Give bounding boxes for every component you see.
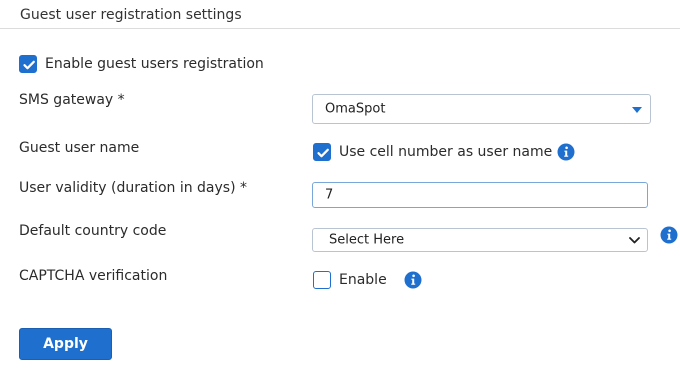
- captcha-enable-checkbox[interactable]: [313, 271, 331, 289]
- default-country-code-label: Default country code: [19, 223, 167, 239]
- chevron-down-icon: [629, 237, 640, 244]
- info-icon[interactable]: [404, 271, 422, 289]
- caret-down-icon: [632, 107, 642, 113]
- sms-gateway-select[interactable]: OmaSpot: [312, 94, 651, 124]
- use-cell-number-label: Use cell number as user name: [339, 144, 553, 160]
- default-country-code-select[interactable]: Select Here: [312, 228, 648, 252]
- enable-guest-registration-label: Enable guest users registration: [45, 56, 264, 72]
- info-icon[interactable]: [660, 226, 678, 244]
- enable-guest-registration-checkbox[interactable]: [19, 55, 37, 73]
- user-validity-label: User validity (duration in days) *: [19, 180, 247, 196]
- use-cell-number-checkbox[interactable]: [313, 143, 331, 161]
- captcha-enable-label: Enable: [339, 272, 387, 288]
- info-icon[interactable]: [557, 143, 575, 161]
- captcha-verification-label: CAPTCHA verification: [19, 268, 168, 284]
- user-validity-value: 7: [325, 187, 334, 203]
- sms-gateway-value: OmaSpot: [325, 101, 386, 117]
- user-validity-input[interactable]: 7: [312, 182, 648, 208]
- check-icon: [317, 148, 329, 158]
- default-country-code-value: Select Here: [329, 232, 405, 248]
- section-title: Guest user registration settings: [20, 7, 242, 23]
- apply-button[interactable]: Apply: [19, 328, 112, 360]
- check-icon: [23, 60, 35, 70]
- guest-user-name-label: Guest user name: [19, 140, 140, 156]
- sms-gateway-label: SMS gateway *: [19, 92, 125, 108]
- section-divider: [0, 28, 680, 29]
